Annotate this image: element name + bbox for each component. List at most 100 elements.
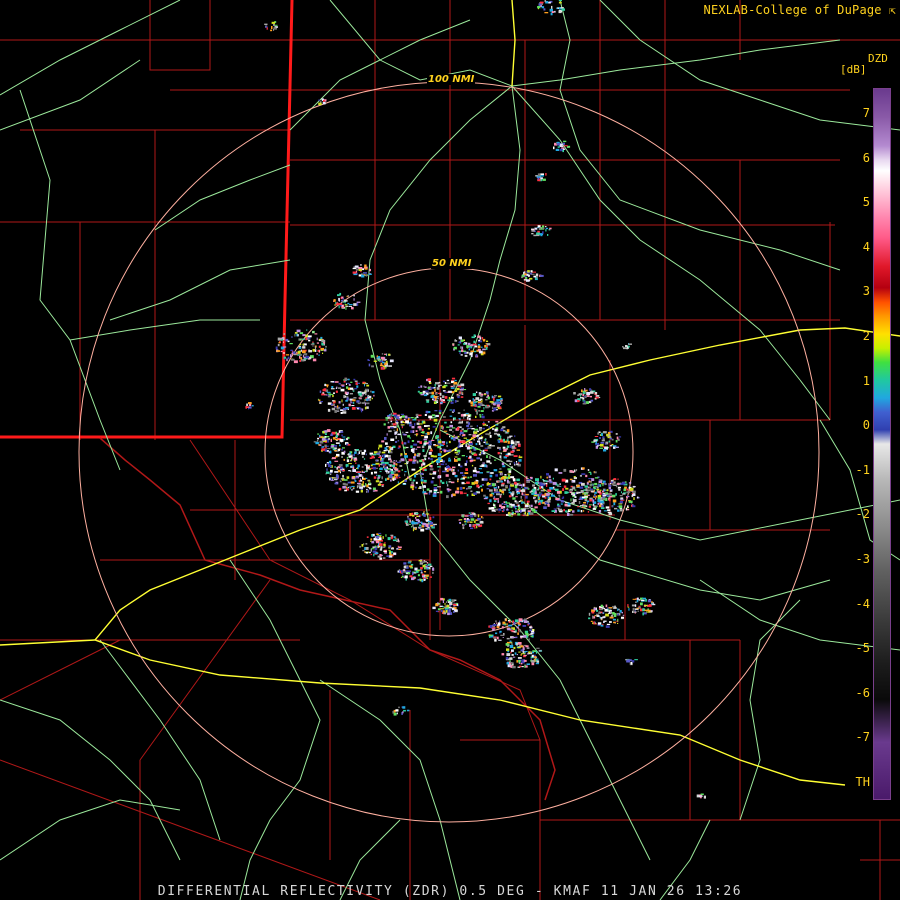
radar-echo-pixel (413, 458, 415, 461)
radar-echo-pixel (518, 506, 521, 509)
radar-echo-pixel (497, 395, 502, 398)
radar-echo-pixel (521, 486, 523, 488)
radar-echo-pixel (335, 455, 338, 458)
radar-echo-pixel (578, 501, 581, 504)
radar-echo-pixel (431, 414, 436, 416)
radar-echo-pixel (414, 474, 417, 478)
radar-echo-pixel (517, 443, 521, 445)
radar-echo-pixel (410, 430, 413, 433)
radar-echo-pixel (609, 489, 613, 491)
link-icon[interactable]: ⇱ (889, 4, 896, 17)
radar-echo-pixel (352, 476, 356, 478)
radar-echo-pixel (521, 666, 524, 668)
radar-echo-pixel (623, 488, 626, 492)
radar-echo-pixel (555, 488, 559, 492)
radar-echo-pixel (587, 469, 590, 471)
legend-tick: -6 (855, 685, 870, 700)
radar-echo-pixel (343, 395, 346, 399)
radar-echo-pixel (395, 422, 399, 424)
radar-echo-pixel (398, 706, 400, 709)
radar-echo-pixel (612, 483, 615, 486)
radar-echo-pixel (527, 512, 529, 515)
radar-echo-pixel (356, 407, 359, 410)
radar-echo-pixel (367, 465, 370, 467)
radar-echo-pixel (500, 480, 503, 483)
radar-echo-pixel (334, 406, 337, 408)
radar-echo-pixel (418, 515, 421, 518)
radar-echo-pixel (444, 396, 448, 399)
radar-echo-pixel (486, 471, 490, 473)
radar-echo-pixel (348, 384, 351, 386)
radar-echo-pixel (523, 620, 528, 623)
radar-echo-pixel (424, 566, 426, 570)
radar-echo-pixel (556, 7, 558, 10)
radar-echo-pixel (478, 442, 481, 445)
radar-echo-pixel (379, 481, 383, 483)
radar-echo-pixel (520, 663, 523, 665)
radar-echo-pixel (594, 621, 596, 624)
radar-echo-pixel (493, 469, 498, 472)
radar-echo-pixel (618, 436, 622, 438)
radar-echo-pixel (486, 391, 489, 395)
radar-echo-pixel (446, 426, 450, 428)
radar-echo-pixel (503, 429, 506, 432)
radar-echo-pixel (496, 399, 500, 402)
radar-echo-pixel (411, 468, 416, 471)
radar-echo-pixel (516, 654, 518, 656)
radar-echo-pixel (409, 513, 412, 517)
radar-echo-pixel (385, 534, 387, 537)
radar-echo-pixel (469, 514, 474, 518)
radar-echo-pixel (510, 450, 514, 454)
radar-echo-pixel (334, 381, 339, 383)
radar-echo-pixel (415, 430, 418, 432)
radar-echo-pixel (334, 466, 336, 468)
radar-echo-pixel (412, 514, 415, 517)
radar-echo-pixel (451, 494, 453, 498)
credit-label: NEXLAB-College of DuPage ⇱ (704, 3, 896, 17)
radar-echo-pixel (627, 495, 629, 497)
radar-echo-pixel (385, 419, 389, 421)
radar-echo-pixel (617, 623, 619, 624)
radar-echo-pixel (625, 345, 628, 348)
radar-echo-pixel (302, 350, 306, 354)
legend-tick: 3 (862, 284, 870, 299)
radar-echo-pixel (537, 225, 541, 228)
radar-echo-pixel (532, 493, 535, 495)
radar-echo-pixel (486, 488, 490, 490)
radar-echo-pixel (522, 650, 524, 654)
radar-echo-pixel (530, 512, 534, 515)
radar-echo-pixel (395, 420, 399, 423)
radar-echo-pixel (371, 455, 375, 459)
radar-echo-pixel (585, 389, 588, 392)
radar-echo-pixel (350, 400, 352, 403)
radar-echo-pixel (417, 453, 420, 455)
radar-echo-pixel (588, 617, 591, 620)
radar-echo-pixel (568, 489, 573, 492)
radar-echo-pixel (467, 476, 470, 479)
radar-echo-pixel (366, 402, 370, 405)
radar-echo-pixel (359, 478, 361, 481)
radar-echo-pixel (454, 339, 456, 341)
radar-echo-pixel (610, 614, 614, 617)
radar-echo-pixel (587, 489, 591, 492)
radar-echo-pixel (315, 441, 319, 445)
radar-echo-pixel (361, 452, 366, 455)
radar-echo-pixel (329, 450, 332, 454)
radar-echo-pixel (418, 425, 422, 429)
radar-echo-pixel (440, 398, 444, 402)
radar-echo-pixel (534, 497, 536, 499)
radar-echo-pixel (248, 403, 252, 407)
radar-echo-pixel (379, 364, 384, 367)
radar-echo-pixel (357, 471, 361, 473)
radar-echo-pixel (470, 476, 472, 478)
radar-echo-pixel (411, 577, 414, 581)
radar-echo-pixel (551, 510, 556, 512)
radar-echo-pixel (367, 395, 370, 398)
radar-echo-pixel (502, 438, 505, 442)
radar-echo-pixel (376, 358, 381, 360)
radar-echo-pixel (458, 444, 460, 447)
radar-echo-pixel (338, 305, 340, 309)
radar-echo-pixel (494, 395, 497, 397)
radar-echo-pixel (537, 6, 541, 9)
radar-echo-pixel (480, 398, 483, 400)
